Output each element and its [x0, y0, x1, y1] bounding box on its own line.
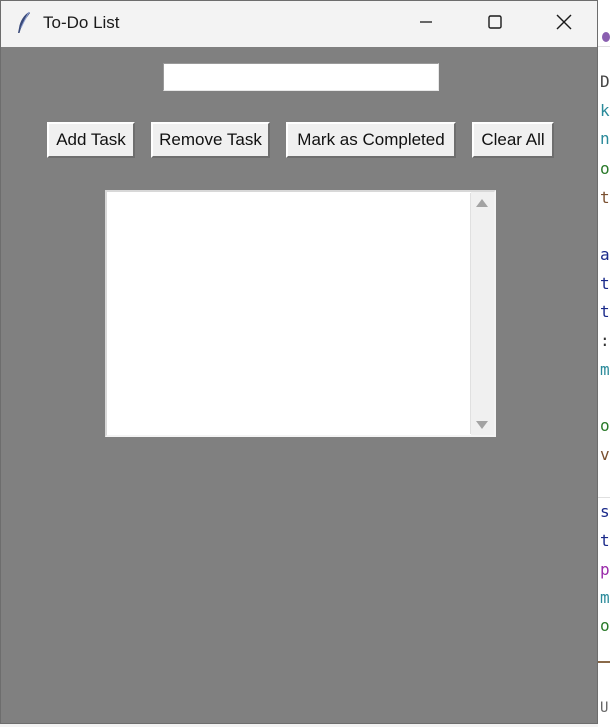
task-list-frame — [105, 190, 496, 437]
editor-text: p — [600, 560, 610, 579]
maximize-button[interactable] — [460, 1, 530, 47]
editor-divider — [598, 497, 610, 498]
editor-text: v — [600, 445, 610, 464]
editor-text: n — [600, 129, 610, 148]
close-button[interactable] — [529, 1, 599, 47]
minimize-icon — [418, 14, 434, 34]
editor-text: : — [600, 331, 610, 350]
editor-divider — [598, 661, 610, 663]
editor-text: D — [600, 72, 610, 91]
maximize-icon — [487, 14, 503, 34]
scroll-up-arrow-icon[interactable] — [476, 199, 488, 207]
feather-icon — [15, 11, 33, 35]
editor-text: a — [600, 245, 610, 264]
title-bar[interactable]: To-Do List — [1, 1, 597, 47]
editor-text: t — [600, 188, 610, 207]
todo-window: To-Do List Add Task Remove Task Mark as … — [0, 0, 598, 724]
task-input[interactable] — [163, 63, 439, 91]
task-listbox[interactable] — [108, 193, 471, 434]
editor-text: o — [600, 416, 610, 435]
window-title: To-Do List — [43, 13, 120, 32]
editor-text: o — [600, 159, 610, 178]
editor-text: m — [600, 588, 610, 607]
close-icon — [555, 13, 573, 35]
minimize-button[interactable] — [391, 1, 461, 47]
extension-icon — [602, 32, 610, 42]
editor-text: k — [600, 101, 610, 120]
editor-text: U — [600, 700, 609, 716]
editor-text: s — [600, 502, 610, 521]
scroll-down-arrow-icon[interactable] — [476, 421, 488, 429]
editor-text: o — [600, 616, 610, 635]
remove-task-button[interactable]: Remove Task — [151, 122, 270, 158]
editor-text: t — [600, 274, 610, 293]
mark-completed-button[interactable]: Mark as Completed — [286, 122, 456, 158]
editor-divider — [598, 46, 610, 47]
add-task-button[interactable]: Add Task — [47, 122, 135, 158]
vertical-scrollbar[interactable] — [471, 192, 494, 435]
editor-text: t — [600, 302, 610, 321]
background-editor: D k n o t a t t : m o v s t p m o U — [598, 0, 610, 727]
clear-all-button[interactable]: Clear All — [472, 122, 554, 158]
editor-text: m — [600, 360, 610, 379]
editor-text: t — [600, 531, 610, 550]
